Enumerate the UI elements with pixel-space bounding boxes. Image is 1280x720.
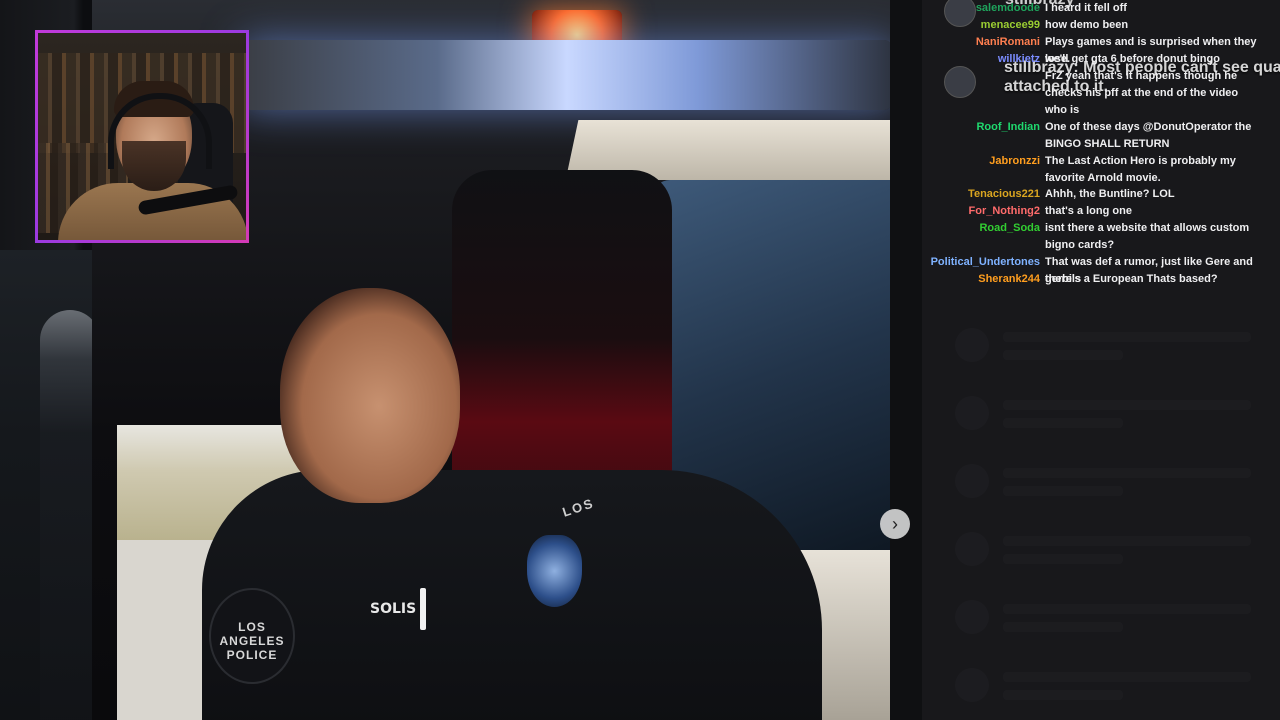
patch-text: LOS ANGELES POLICE <box>219 620 285 662</box>
chat-message: salemdoode I heard it fell off <box>922 0 1280 17</box>
stream-right-edge <box>890 0 922 720</box>
chat-username[interactable]: For_Nothing2 <box>969 203 1041 220</box>
chat-message-text: how demo been <box>1045 19 1129 31</box>
chat-placeholder-row <box>955 600 1255 640</box>
background-figure <box>40 310 100 720</box>
chat-message: Roof_Indian One of these days @DonutOpera… <box>922 119 1280 153</box>
chat-message: who is <box>922 102 1280 119</box>
chat-message: Road_Soda isnt there a website that allow… <box>922 220 1280 254</box>
chat-message-text: that's a long one <box>1045 205 1132 217</box>
chat-message: Jabronzzi The Last Action Hero is probabl… <box>922 153 1280 187</box>
chat-message: Political_Undertones That was def a rumor… <box>922 254 1280 285</box>
chat-placeholder-row <box>955 532 1255 572</box>
chevron-right-icon: › <box>892 513 898 534</box>
shoulder-patch: LOS ANGELES POLICE <box>209 588 295 684</box>
chat-message-text: we'll get gta 6 before donut bingo <box>1045 53 1220 65</box>
chat-message-text: there's a European Thats based? <box>1045 273 1218 285</box>
chat-message-text: FrZ yeah that's it happens though he che… <box>1045 70 1239 99</box>
police-badge <box>527 535 582 607</box>
chat-message: For_Nothing2 that's a long one <box>922 203 1280 220</box>
chat-username[interactable]: menacee99 <box>981 17 1040 34</box>
chat-message: willkietz we'll get gta 6 before donut bi… <box>922 51 1280 68</box>
chat-message: FrZ yeah that's it happens though he che… <box>922 68 1280 102</box>
chat-message-text: I heard it fell off <box>1045 2 1127 14</box>
chat-message-text: One of these days @DonutOperator the BIN… <box>1045 121 1252 150</box>
chat-message: NaniRomani Plays games and is surprised w… <box>922 34 1280 65</box>
chat-username[interactable]: salemdoode <box>976 0 1040 17</box>
chat-message-text: Ahhh, the Buntline? LOL <box>1045 188 1175 200</box>
chat-placeholder-row <box>955 668 1255 708</box>
chat-message-text: isnt there a website that allows custom … <box>1045 222 1250 251</box>
chat-username[interactable]: willkietz <box>998 51 1040 68</box>
chat-username[interactable]: Road_Soda <box>979 220 1040 237</box>
nametag-bar <box>420 588 426 630</box>
nametag: SOLIS <box>370 601 417 617</box>
chat-username[interactable]: Political_Undertones <box>931 254 1040 271</box>
chat-message-text: who is <box>1045 104 1080 116</box>
chat-username[interactable]: Sherank244 <box>978 271 1040 288</box>
chat-placeholder-row <box>955 464 1255 504</box>
chat-message: Tenacious221 Ahhh, the Buntline? LOL <box>922 186 1280 203</box>
chat-placeholder-row <box>955 396 1255 436</box>
officer-head <box>280 288 460 503</box>
officer-uniform <box>202 470 822 720</box>
chat-username[interactable]: Jabronzzi <box>989 153 1040 170</box>
chat-message-text: The Last Action Hero is probably my favo… <box>1045 155 1236 184</box>
chat-username[interactable]: Tenacious221 <box>968 186 1040 203</box>
chat-username[interactable]: NaniRomani <box>976 34 1040 51</box>
chat-message: menacee99 how demo been <box>922 17 1280 34</box>
police-lightbar <box>242 40 890 110</box>
chat-placeholder-row <box>955 328 1255 368</box>
chat-message: Sherank244 there's a European Thats based… <box>922 271 1280 288</box>
webcam-overlay <box>35 30 249 243</box>
chat-username[interactable]: Roof_Indian <box>976 119 1040 136</box>
next-slide-button[interactable]: › <box>880 509 910 539</box>
